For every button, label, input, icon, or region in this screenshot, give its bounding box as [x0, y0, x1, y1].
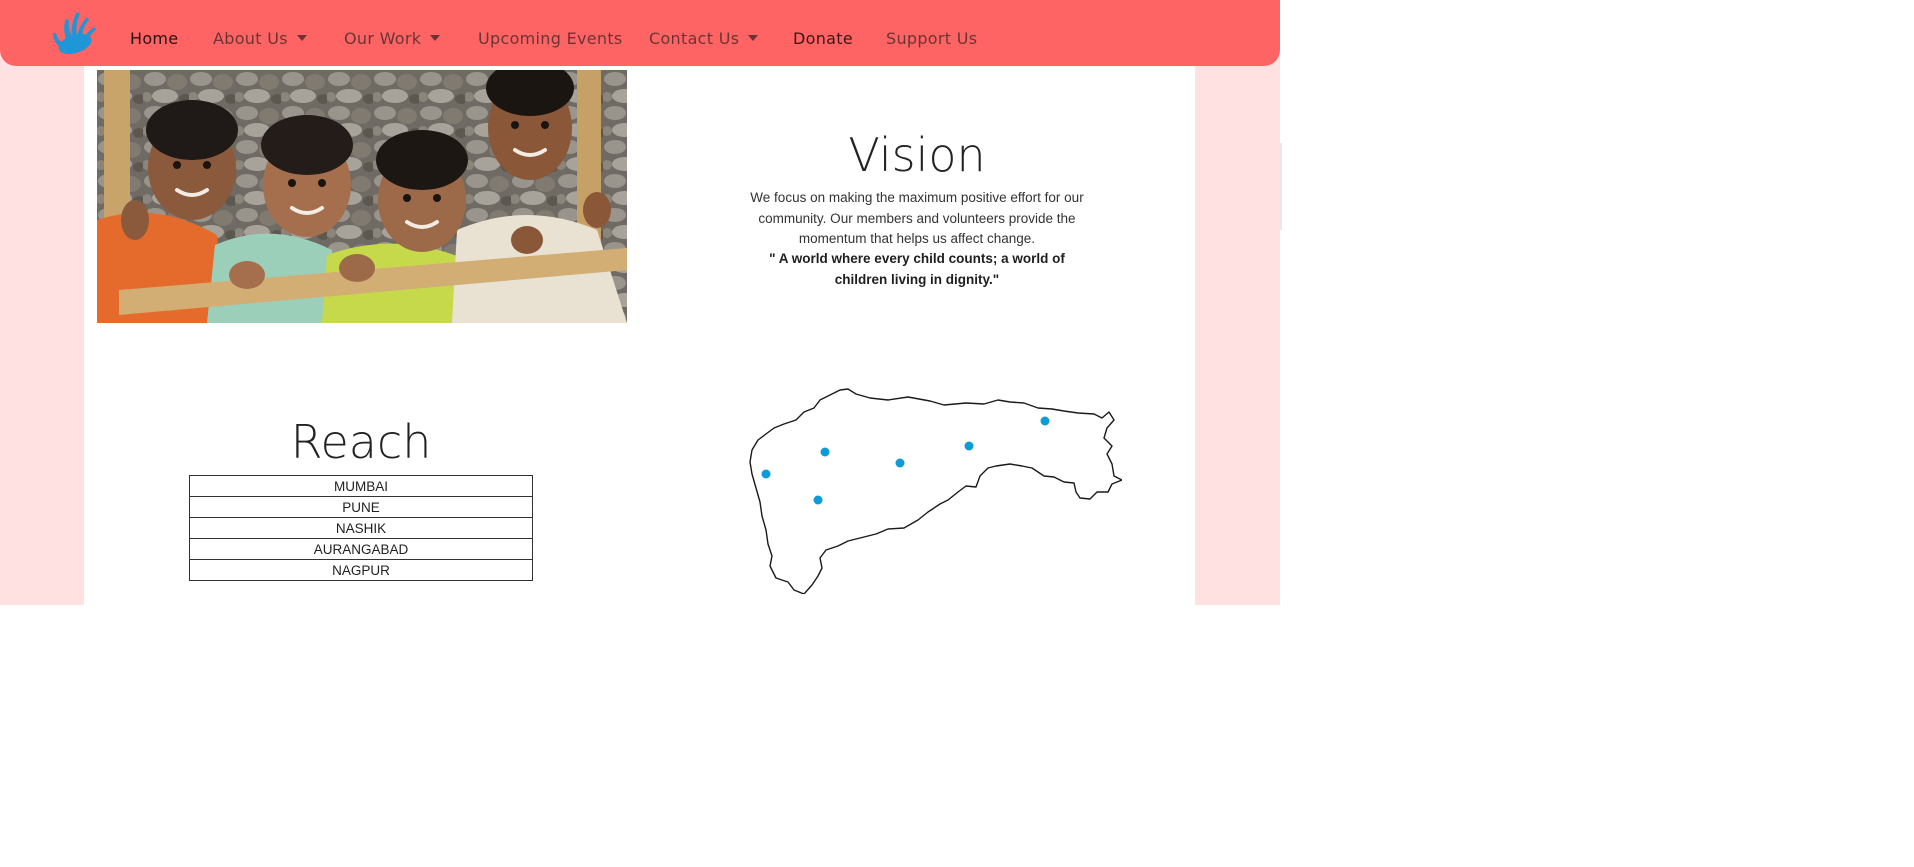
top-navbar: Home About Us Our Work Upcoming Events C…: [0, 0, 1280, 66]
map-marker[interactable]: [820, 447, 830, 457]
map-marker[interactable]: [964, 441, 974, 451]
reach-table: MUMBAI PUNE NASHIK AURANGABAD NAGPUR: [189, 475, 533, 581]
nav-our-work-label: Our Work: [344, 29, 422, 48]
map-marker[interactable]: [813, 495, 823, 505]
reach-city-cell: NAGPUR: [189, 559, 533, 581]
table-row: PUNE: [189, 496, 533, 518]
nav-upcoming-events[interactable]: Upcoming Events: [478, 29, 623, 48]
nav-contact-us[interactable]: Contact Us: [649, 29, 759, 48]
table-row: AURANGABAD: [189, 538, 533, 560]
reach-city-cell: PUNE: [189, 496, 533, 518]
hand-logo-icon[interactable]: [50, 10, 98, 54]
nav-our-work[interactable]: Our Work: [344, 29, 441, 48]
map-marker[interactable]: [1040, 416, 1050, 426]
reach-city-cell: NASHIK: [189, 517, 533, 539]
nav-contact-us-label: Contact Us: [649, 29, 740, 48]
caret-down-icon: [748, 34, 759, 41]
nav-support-us[interactable]: Support Us: [886, 29, 977, 48]
table-row: NAGPUR: [189, 559, 533, 581]
nav-donate[interactable]: Donate: [793, 29, 853, 48]
caret-down-icon: [430, 34, 441, 41]
reach-city-cell: MUMBAI: [189, 475, 533, 497]
vision-quote: " A world where every child counts; a wo…: [769, 251, 1065, 287]
children-photo: [97, 70, 627, 323]
map-marker[interactable]: [761, 469, 771, 479]
map-marker[interactable]: [895, 458, 905, 468]
table-row: NASHIK: [189, 517, 533, 539]
nav-home[interactable]: Home: [130, 29, 178, 48]
nav-about-us-label: About Us: [213, 29, 288, 48]
scrollbar-edge: [1280, 143, 1282, 230]
table-row: MUMBAI: [189, 475, 533, 497]
nav-about-us[interactable]: About Us: [213, 29, 307, 48]
reach-heading: Reach: [290, 415, 432, 469]
reach-city-cell: AURANGABAD: [189, 538, 533, 560]
caret-down-icon: [296, 34, 307, 41]
maharashtra-map: [749, 388, 1122, 594]
state-outline: [749, 388, 1122, 594]
vision-description: We focus on making the maximum positive …: [750, 190, 1084, 246]
vision-heading: Vision: [848, 128, 986, 182]
